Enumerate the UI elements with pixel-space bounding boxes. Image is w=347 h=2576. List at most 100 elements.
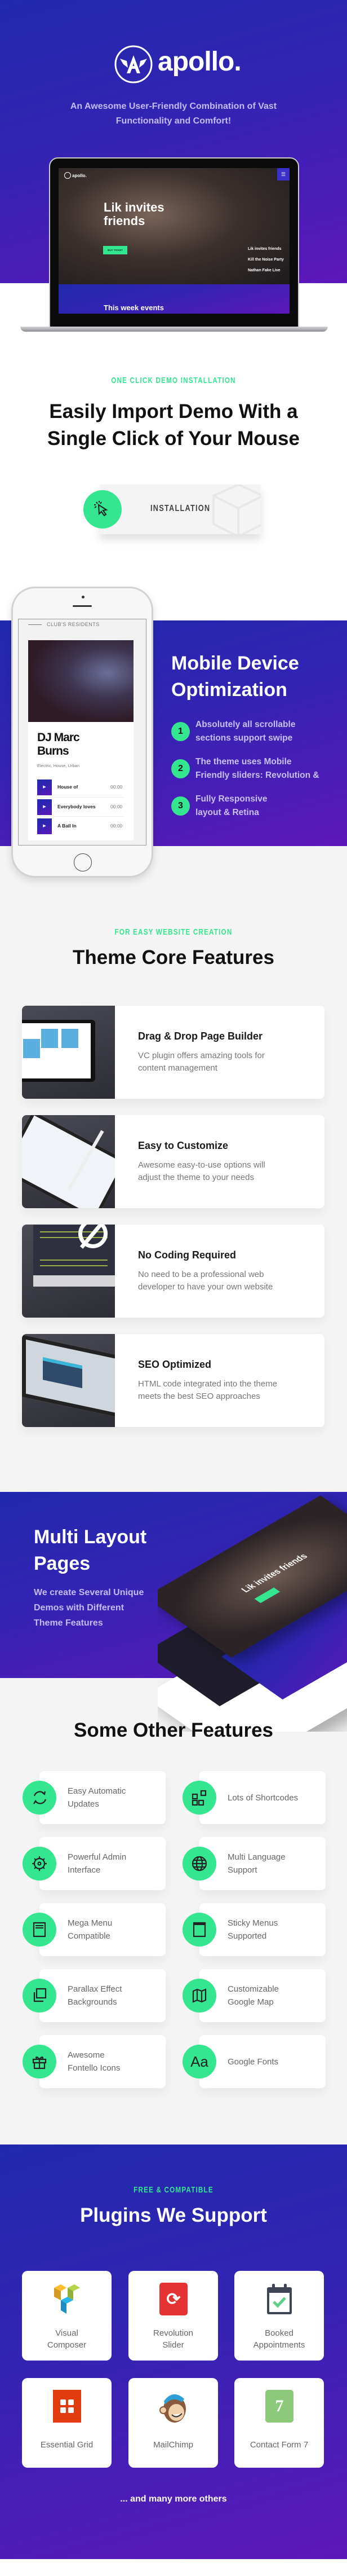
step-number-badge: 2 [171, 759, 190, 778]
mega-menu-icon [23, 1913, 56, 1947]
label-line: Revolution [153, 2328, 193, 2338]
revolution-slider-icon: ⟳ [159, 2282, 188, 2316]
core-feature-title: SEO Optimized [138, 1359, 212, 1370]
mobile-feature-item: Absolutely all scrollable sections suppor… [195, 718, 295, 745]
menu-button[interactable]: ☰ [277, 168, 290, 180]
events-band [59, 284, 290, 314]
feature-label: Awesome Fontello Icons [68, 2035, 120, 2088]
font-aa-icon: Aa [183, 2045, 216, 2079]
core-feature-title: No Coding Required [138, 1249, 236, 1261]
track-row[interactable]: ▶ A Ball In 00:00 [37, 817, 124, 836]
refresh-icon [23, 1781, 56, 1815]
globe-icon [183, 1847, 216, 1881]
plugin-card[interactable]: MailChimp [128, 2378, 218, 2468]
play-icon[interactable]: ▶ [37, 818, 52, 834]
track-title: A Ball In [57, 823, 77, 829]
title-line: Pages [34, 1553, 91, 1574]
core-feature-card: Easy to Customize Awesome easy-to-use opt… [22, 1115, 324, 1208]
plugin-card[interactable]: 7 Contact Form 7 [234, 2378, 324, 2468]
cursor-click-icon[interactable] [83, 490, 122, 529]
plugin-name: Visual Composer [22, 2327, 112, 2351]
event-item[interactable]: Kill the Noise Party [248, 254, 284, 265]
install-eyebrow: ONE CLICK DEMO INSTALLATION [111, 376, 236, 385]
label-line: Booked [265, 2328, 293, 2338]
play-icon[interactable]: ▶ [37, 780, 52, 795]
desc-line: Theme Features [34, 1618, 103, 1628]
label-line: Google Map [228, 1997, 274, 2007]
phone-home-button[interactable] [74, 853, 92, 871]
dj-genres: Electric, House, Urban [37, 763, 80, 768]
feature-label: Multi Language Support [228, 1837, 286, 1890]
label-line: Contact Form 7 [250, 2440, 309, 2450]
feature-label: Google Fonts [228, 2035, 278, 2088]
label-line: Essential Grid [40, 2440, 94, 2450]
visual-composer-icon [52, 2282, 82, 2316]
title-line: Multi Layout [34, 1526, 147, 1548]
dj-photo [28, 640, 134, 722]
event-item[interactable]: Nathan Fake Live [248, 265, 284, 276]
apollo-logo-icon [114, 45, 153, 83]
feature-label: Mega Menu Compatible [68, 1903, 112, 1956]
item-line: Fully Responsive [195, 794, 268, 804]
map-icon [183, 1979, 216, 2013]
laptop-base [20, 327, 328, 332]
step-number-badge: 1 [171, 722, 190, 741]
mini-logo-icon [64, 172, 71, 179]
item-line: sections support swipe [195, 733, 293, 743]
core-feature-title: Easy to Customize [138, 1140, 229, 1151]
section-label: CLUB'S RESIDENTS [47, 622, 100, 627]
feature-label: Powerful Admin Interface [68, 1837, 126, 1890]
label-line: MailChimp [153, 2440, 193, 2450]
item-line: layout & Retina [195, 808, 259, 817]
label-line: Support [228, 1865, 257, 1875]
desc-line: VC plugin offers amazing tools for [138, 1051, 265, 1060]
event-list: Lik invites friends Kill the Noise Party… [248, 244, 284, 276]
core-feature-card: No Coding Required No need to be a profes… [22, 1225, 324, 1318]
feature-label: Parallax Effect Backgrounds [68, 1969, 122, 2022]
desc-line: meets the best SEO approaches [138, 1392, 260, 1401]
feature-label: Easy Automatic Updates [68, 1771, 126, 1824]
label-line: Multi Language [228, 1852, 286, 1862]
track-row[interactable]: ▶ House of 00:00 [37, 778, 124, 798]
label-line: Easy Automatic [68, 1786, 126, 1796]
plugin-card[interactable]: Visual Composer [22, 2271, 112, 2361]
core-eyebrow: FOR EASY WEBSITE CREATION [114, 927, 233, 937]
plugin-card[interactable]: ⟳ Revolution Slider [128, 2271, 218, 2361]
event-item[interactable]: Lik invites friends [248, 244, 284, 254]
events-title: This week events [104, 303, 164, 312]
core-feature-title: Drag & Drop Page Builder [138, 1031, 263, 1042]
feature-label: Lots of Shortcodes [228, 1771, 298, 1824]
dj-name: DJ Marc Burns [37, 731, 80, 758]
label-line: Supported [228, 1931, 267, 1941]
item-line: Friendly sliders: Revolution & [195, 770, 319, 780]
laptop-screen: apollo. ☰ Lik invites friends BUY TICKET… [59, 168, 290, 314]
icon-glyph: 7 [265, 2390, 293, 2423]
desc-line: Awesome easy-to-use options will [138, 1160, 265, 1170]
label-line [28, 624, 42, 625]
feature-label: Sticky Menus Supported [228, 1903, 278, 1956]
plugin-card[interactable]: Essential Grid [22, 2378, 112, 2468]
track-row[interactable]: ▶ Everybody loves 00:00 [37, 798, 124, 817]
label-line: Slider [162, 2340, 184, 2350]
item-line: The theme uses Mobile [195, 757, 292, 767]
phone-speaker [73, 605, 92, 607]
label-line: Appointments [253, 2340, 305, 2350]
title-line: Optimization [171, 679, 287, 701]
feature-label: Customizable Google Map [228, 1969, 279, 2022]
buy-ticket-button[interactable]: BUY TICKET [103, 246, 127, 254]
essential-grid-icon [52, 2389, 82, 2423]
play-icon[interactable]: ▶ [37, 799, 52, 815]
core-feature-desc: Awesome easy-to-use options will adjust t… [138, 1159, 307, 1184]
plugin-name: MailChimp [128, 2439, 218, 2451]
desc-line: adjust the theme to your needs [138, 1173, 254, 1182]
mobile-feature-item: The theme uses Mobile Friendly sliders: R… [195, 755, 319, 782]
title-line: Mobile Device [171, 653, 299, 674]
core-title: Theme Core Features [73, 946, 274, 968]
plugin-card[interactable]: Booked Appointments [234, 2271, 324, 2361]
label-line: Backgrounds [68, 1997, 117, 2007]
track-time: 00:00 [110, 804, 123, 809]
mini-logo: apollo. [72, 173, 87, 178]
plugin-name: Revolution Slider [128, 2327, 218, 2351]
installation-button[interactable]: INSTALLATION [100, 485, 261, 534]
multi-title: Multi Layout Pages [34, 1524, 146, 1577]
